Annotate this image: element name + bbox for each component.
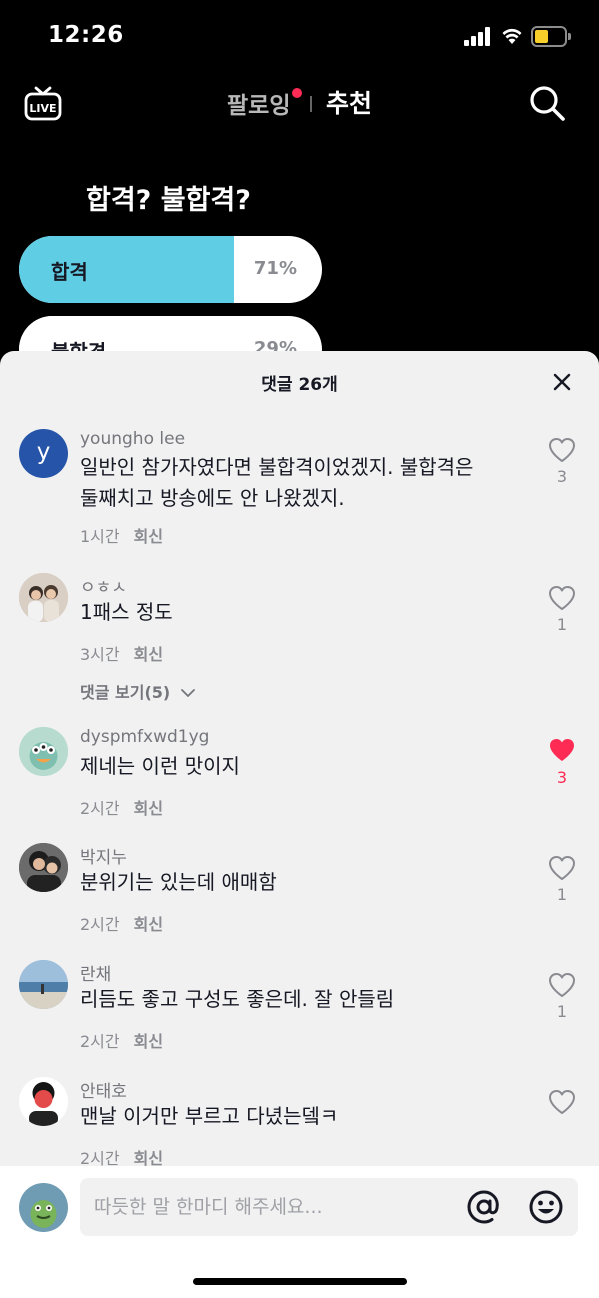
- like-count: 1: [556, 885, 568, 904]
- comment-input[interactable]: [80, 1178, 578, 1236]
- mention-icon[interactable]: [466, 1189, 502, 1225]
- wifi-icon: [502, 28, 522, 44]
- tab-following[interactable]: 팔로잉: [227, 86, 290, 120]
- comment-username[interactable]: ㅇㅎㅅ: [80, 573, 127, 598]
- comment-meta: 1시간 회신: [80, 523, 163, 547]
- comment-sheet: 댓글 26개 y youngho lee 일반인 참가자였다면 불합격이었겠지.…: [0, 351, 599, 1298]
- comment-input-bar: [0, 1166, 599, 1298]
- comment-text: 일반인 참가자였다면 불합격이었겠지. 불합격은 둘째치고 방송에도 안 나왔겠…: [80, 452, 520, 514]
- heart-icon[interactable]: [548, 855, 576, 881]
- avatar[interactable]: [19, 1077, 68, 1126]
- photo-avatar-icon: [19, 573, 68, 622]
- comment-meta: 2시간 회신: [80, 795, 163, 819]
- heart-icon[interactable]: [548, 1089, 576, 1115]
- comment-time: 2시간: [80, 1032, 120, 1051]
- emoji-icon[interactable]: [528, 1189, 564, 1225]
- comment-text: 분위기는 있는데 애매함: [80, 867, 520, 898]
- home-indicator[interactable]: [193, 1278, 407, 1285]
- search-icon[interactable]: [528, 84, 566, 122]
- poll-option-label: 합격: [51, 260, 88, 284]
- like-count: 3: [556, 768, 568, 787]
- reply-button[interactable]: 회신: [134, 915, 163, 934]
- comment-time: 3시간: [80, 645, 120, 664]
- comment-text: 맨날 이거만 부르고 다녔는뎈ㅋ: [80, 1101, 520, 1132]
- beach-avatar-icon: [19, 960, 68, 1009]
- photo-avatar-icon: [19, 843, 68, 892]
- top-nav: LIVE 팔로잉 추천: [0, 76, 599, 132]
- heart-filled-icon[interactable]: [548, 737, 576, 763]
- comment-meta: 2시간 회신: [80, 1028, 163, 1052]
- monster-avatar-icon: [19, 727, 68, 776]
- view-replies-label: 댓글 보기(5): [80, 683, 171, 702]
- tab-for-you[interactable]: 추천: [326, 84, 372, 120]
- comment-text: 1패스 정도: [80, 597, 520, 628]
- chevron-down-icon: [180, 689, 195, 697]
- reply-button[interactable]: 회신: [134, 799, 163, 818]
- comment-text-line: 제네는 이런 맛이지: [80, 754, 240, 778]
- comment-count-title: 댓글 26개: [261, 375, 338, 395]
- avatar[interactable]: [19, 960, 68, 1009]
- comment-text-line: 리듬도 좋고 구성도 좋은데. 잘 안들림: [80, 987, 395, 1011]
- tab-divider: [310, 96, 312, 112]
- reply-button[interactable]: 회신: [134, 645, 163, 664]
- cellular-signal-icon: [464, 27, 492, 46]
- comment-username[interactable]: dyspmfxwd1yg: [80, 727, 209, 747]
- comment-username[interactable]: 안태호: [80, 1077, 127, 1102]
- like-count: 3: [556, 467, 568, 486]
- comment-text: 리듬도 좋고 구성도 좋은데. 잘 안들림: [80, 984, 520, 1015]
- poll-option-percent: 71%: [253, 258, 297, 279]
- heart-icon[interactable]: [548, 437, 576, 463]
- comment-time: 2시간: [80, 915, 120, 934]
- reply-button[interactable]: 회신: [134, 527, 163, 546]
- comment-text-line: 분위기는 있는데 애매함: [80, 870, 277, 894]
- avatar[interactable]: y: [19, 429, 68, 478]
- my-avatar[interactable]: [19, 1183, 68, 1232]
- comment-text-line: 맨날 이거만 부르고 다녔는뎈ㅋ: [80, 1104, 339, 1128]
- avatar[interactable]: [19, 573, 68, 622]
- close-icon[interactable]: [551, 371, 573, 393]
- heart-icon[interactable]: [548, 585, 576, 611]
- monster-avatar-icon: [19, 1183, 68, 1232]
- like-count: 1: [556, 615, 568, 634]
- view-replies-button[interactable]: 댓글 보기(5): [80, 679, 196, 703]
- avatar[interactable]: [19, 727, 68, 776]
- poll-question: 합격? 불합격?: [86, 185, 251, 216]
- poll-option-pass[interactable]: 합격 71%: [19, 236, 322, 303]
- reply-button[interactable]: 회신: [134, 1032, 163, 1051]
- status-bar: 12:26: [0, 0, 599, 76]
- comment-text: 제네는 이런 맛이지: [80, 751, 520, 782]
- comment-text-line: 둘째치고 방송에도 안 나왔겠지.: [80, 486, 345, 510]
- avatar-letter: y: [36, 439, 51, 465]
- comment-time: 2시간: [80, 799, 120, 818]
- like-count: 1: [556, 1002, 568, 1021]
- status-time: 12:26: [48, 22, 124, 48]
- heart-icon[interactable]: [548, 972, 576, 998]
- comment-meta: 2시간 회신: [80, 911, 163, 935]
- comment-username[interactable]: youngho lee: [80, 429, 185, 449]
- comment-text-line: 1패스 정도: [80, 600, 173, 624]
- notification-dot: [292, 88, 302, 98]
- avatar[interactable]: [19, 843, 68, 892]
- comment-username[interactable]: 란채: [80, 960, 111, 985]
- feed-tabs: 팔로잉 추천: [0, 84, 599, 120]
- comment-meta: 3시간 회신: [80, 641, 163, 665]
- comment-username[interactable]: 박지누: [80, 843, 127, 868]
- battery-icon: [531, 26, 571, 47]
- comment-time: 1시간: [80, 527, 120, 546]
- photo-avatar-icon: [19, 1077, 68, 1126]
- comment-text-line: 일반인 참가자였다면 불합격이었겠지. 불합격은: [80, 455, 474, 479]
